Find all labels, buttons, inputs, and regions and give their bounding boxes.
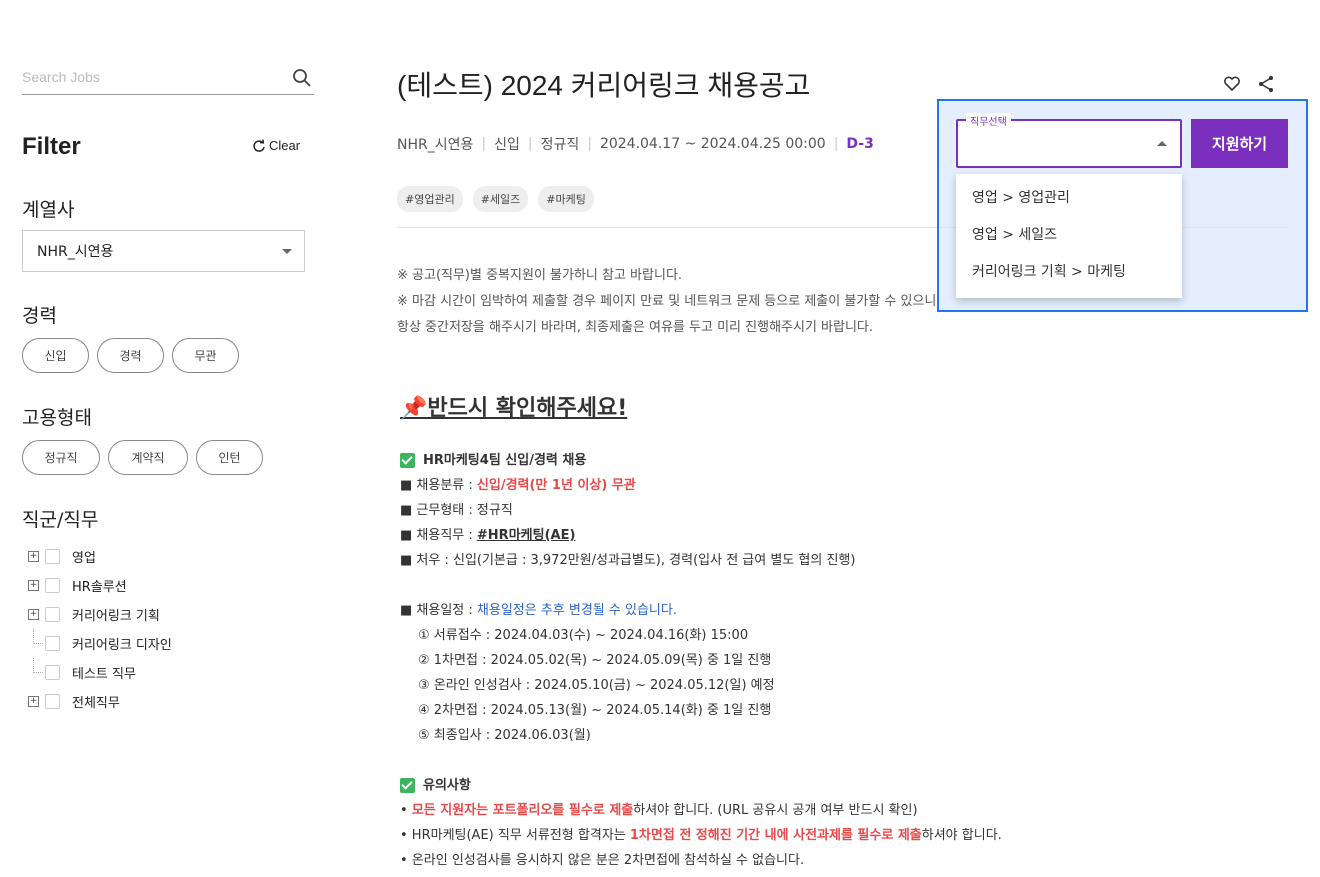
employment-chip-contract[interactable]: 계약직 xyxy=(108,440,188,475)
tree-connector xyxy=(28,658,43,687)
schedule-step: ① 서류접수 : 2024.04.03(수) ~ 2024.04.16(화) 1… xyxy=(418,628,749,643)
expand-icon[interactable]: + xyxy=(28,551,39,562)
tree-item-label: 영업 xyxy=(72,551,96,566)
work-type: ■ 근무형태 : 정규직 xyxy=(400,503,513,518)
job-tree: + 영업 + HR솔루션 + 커리어링크 기획 커리어링크 디자인 테스트 직무… xyxy=(28,542,172,716)
role-option[interactable]: 커리어링크 기획 > 마케팅 xyxy=(956,252,1182,289)
schedule-line: ■ 채용일정 : 채용일정은 추후 변경될 수 있습니다. xyxy=(400,603,677,618)
career-chip-any[interactable]: 무관 xyxy=(172,338,239,373)
search-icon[interactable] xyxy=(292,68,312,88)
refresh-icon xyxy=(253,139,265,152)
caret-up-icon[interactable] xyxy=(1157,141,1167,146)
employment-chip-fulltime[interactable]: 정규직 xyxy=(22,440,100,475)
tree-item-sales[interactable]: + 영업 xyxy=(28,542,172,571)
role-dropdown-menu: 영업 > 영업관리 영업 > 세일즈 커리어링크 기획 > 마케팅 xyxy=(956,174,1182,298)
tree-checkbox[interactable] xyxy=(45,549,60,564)
schedule-step: ⑤ 최종입사 : 2024.06.03(월) xyxy=(418,728,591,743)
checkbox-checked-icon xyxy=(400,453,415,468)
employment-section-title: 고용형태 xyxy=(22,407,92,429)
apply-button[interactable]: 지원하기 xyxy=(1191,119,1288,168)
recruit-category: ■ 채용분류 : 신입/경력(만 1년 이상) 무관 xyxy=(400,478,636,493)
role-option[interactable]: 영업 > 세일즈 xyxy=(956,215,1182,252)
heart-icon[interactable] xyxy=(1222,74,1242,94)
expand-icon[interactable]: + xyxy=(28,609,39,620)
tree-item-label: 테스트 직무 xyxy=(72,667,136,682)
employment-type: 정규직 xyxy=(540,137,580,153)
tree-item-all-jobs[interactable]: + 전체직무 xyxy=(28,687,172,716)
caution-line: • 온라인 인성검사를 응시하지 않은 분은 2차면접에 참석하실 수 없습니다… xyxy=(400,853,805,868)
share-icon[interactable] xyxy=(1256,74,1276,94)
career-section-title: 경력 xyxy=(22,305,57,327)
career-chip-new[interactable]: 신입 xyxy=(22,338,89,373)
section-heading: 유의사항 xyxy=(400,773,1002,798)
employment-chip-intern[interactable]: 인턴 xyxy=(196,440,263,475)
tree-item-label: 커리어링크 디자인 xyxy=(72,638,172,653)
tree-checkbox[interactable] xyxy=(45,636,60,651)
tree-item-test-job[interactable]: 테스트 직무 xyxy=(28,658,172,687)
tree-item-hr-solution[interactable]: + HR솔루션 xyxy=(28,571,172,600)
schedule-step: ③ 온라인 인성검사 : 2024.05.10(금) ~ 2024.05.12(… xyxy=(418,678,775,693)
jobs-section-title: 직군/직무 xyxy=(22,509,99,531)
career-chips: 신입 경력 무관 xyxy=(22,338,239,373)
recruit-role: ■ 채용직무 : #HR마케팅(AE) xyxy=(400,528,576,543)
role-link[interactable]: #HR마케팅(AE) xyxy=(477,528,576,543)
notice-line: ※ 마감 시간이 임박하여 제출할 경우 페이지 만료 및 네트워크 문제 등으… xyxy=(397,294,937,309)
schedule-step: ② 1차면접 : 2024.05.02(목) ~ 2024.05.09(목) 중… xyxy=(418,653,772,668)
must-check-heading: 📌반드시 확인해주세요! xyxy=(400,396,628,421)
search-input[interactable] xyxy=(22,62,272,92)
checkbox-checked-icon xyxy=(400,778,415,793)
tree-checkbox[interactable] xyxy=(45,607,60,622)
employment-chips: 정규직 계약직 인턴 xyxy=(22,440,263,475)
tag[interactable]: #영업관리 xyxy=(397,186,463,212)
notice-block: ※ 공고(직무)별 중복지원이 불가하니 참고 바랍니다. ※ 마감 시간이 임… xyxy=(397,263,936,341)
affiliate-select[interactable]: NHR_시연용 xyxy=(22,230,305,272)
affiliate-section-title: 계열사 xyxy=(22,199,75,221)
tag[interactable]: #세일즈 xyxy=(472,186,529,212)
tree-connector xyxy=(28,629,43,658)
tree-item-label: 전체직무 xyxy=(72,696,120,711)
caution-info: 유의사항 • 모든 지원자는 포트폴리오를 필수로 제출하셔야 합니다. (UR… xyxy=(400,773,1002,873)
tag[interactable]: #마케팅 xyxy=(538,186,594,212)
section-heading: HR마케팅4팀 신입/경력 채용 xyxy=(400,448,855,473)
tree-checkbox[interactable] xyxy=(45,578,60,593)
filter-title: Filter xyxy=(22,133,81,160)
search-box xyxy=(22,62,314,95)
tree-item-label: HR솔루션 xyxy=(72,580,127,595)
role-option[interactable]: 영업 > 영업관리 xyxy=(956,178,1182,215)
expand-icon[interactable]: + xyxy=(28,696,39,707)
posting-period: 2024.04.17 ~ 2024.04.25 00:00 xyxy=(599,136,826,152)
tree-item-label: 커리어링크 기획 xyxy=(72,609,160,624)
tree-checkbox[interactable] xyxy=(45,694,60,709)
compensation: ■ 처우 : 신입(기본급 : 3,972만원/성과급별도), 경력(입사 전 … xyxy=(400,553,856,568)
tag-list: #영업관리 #세일즈 #마케팅 xyxy=(397,186,594,212)
career-level: 신입 xyxy=(494,137,520,153)
caution-line: • 모든 지원자는 포트폴리오를 필수로 제출하셔야 합니다. (URL 공유시… xyxy=(400,803,918,818)
tree-checkbox[interactable] xyxy=(45,665,60,680)
notice-line: 항상 중간저장을 해주시기 바라며, 최종제출은 여유를 두고 미리 진행해주시… xyxy=(397,320,874,335)
role-select-label: 직무선택 xyxy=(966,113,1011,128)
tree-item-careerlink-planning[interactable]: + 커리어링크 기획 xyxy=(28,600,172,629)
job-title: (테스트) 2024 커리어링크 채용공고 xyxy=(397,70,811,101)
posting-actions xyxy=(1222,74,1276,94)
clear-label: Clear xyxy=(269,138,301,153)
posting-meta: NHR_시연용 | 신입 | 정규직 | 2024.04.17 ~ 2024.0… xyxy=(397,136,874,153)
expand-icon[interactable]: + xyxy=(28,580,39,591)
dday-badge: D-3 xyxy=(846,136,874,152)
caution-line: • HR마케팅(AE) 직무 서류전형 합격자는 1차면접 전 정해진 기간 내… xyxy=(400,828,1002,843)
caret-down-icon xyxy=(282,249,292,254)
career-chip-experienced[interactable]: 경력 xyxy=(97,338,164,373)
affiliate-selected-value: NHR_시연용 xyxy=(37,244,114,260)
clear-filter-button[interactable]: Clear xyxy=(252,138,300,153)
schedule-step: ④ 2차면접 : 2024.05.13(월) ~ 2024.05.14(화) 중… xyxy=(418,703,772,718)
tree-item-careerlink-design[interactable]: 커리어링크 디자인 xyxy=(28,629,172,658)
notice-line: ※ 공고(직무)별 중복지원이 불가하니 참고 바랍니다. xyxy=(397,268,683,283)
recruit-info: HR마케팅4팀 신입/경력 채용 ■ 채용분류 : 신입/경력(만 1년 이상)… xyxy=(400,448,855,748)
company-name: NHR_시연용 xyxy=(397,137,474,153)
